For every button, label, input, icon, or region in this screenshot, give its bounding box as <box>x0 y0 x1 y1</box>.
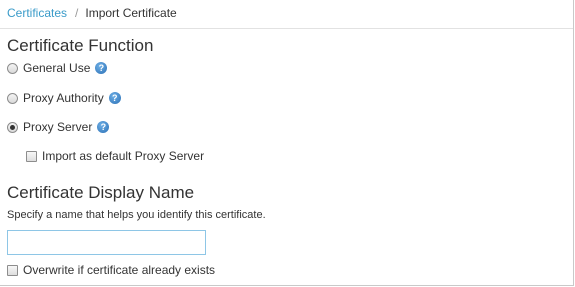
proxy-authority-radio[interactable] <box>7 92 18 104</box>
proxy-server-label: Proxy Server <box>23 120 93 134</box>
proxy-authority-label: Proxy Authority <box>23 91 104 105</box>
general-use-radio[interactable] <box>7 62 18 74</box>
import-default-proxy-option[interactable]: Import as default Proxy Server <box>26 148 204 164</box>
help-question-icon[interactable]: ? <box>97 121 110 133</box>
overwrite-option[interactable]: Overwrite if certificate already exists <box>7 262 215 278</box>
radio-proxy-server[interactable]: Proxy Server ? <box>7 119 110 135</box>
import-default-proxy-checkbox[interactable] <box>26 150 37 162</box>
display-name-title: Certificate Display Name <box>7 183 195 202</box>
overwrite-checkbox[interactable] <box>7 264 18 276</box>
import-default-proxy-label: Import as default Proxy Server <box>42 149 205 163</box>
breadcrumb-current: Import Certificate <box>85 6 177 20</box>
certificate-function-title: Certificate Function <box>7 36 154 55</box>
proxy-server-radio[interactable] <box>7 121 18 133</box>
display-name-input[interactable] <box>7 230 206 255</box>
help-question-icon[interactable]: ? <box>108 92 121 104</box>
radio-general-use[interactable]: General Use ? <box>7 60 108 76</box>
breadcrumb: Certificates / Import Certificate <box>7 6 177 20</box>
breadcrumb-separator: / <box>75 6 79 20</box>
display-name-description: Specify a name that helps you identify t… <box>7 209 266 221</box>
general-use-label: General Use <box>23 61 91 75</box>
overwrite-label: Overwrite if certificate already exists <box>23 263 216 277</box>
radio-proxy-authority[interactable]: Proxy Authority ? <box>7 90 121 106</box>
breadcrumb-certificates-link[interactable]: Certificates <box>7 6 67 20</box>
header-divider <box>0 28 573 29</box>
help-question-icon[interactable]: ? <box>95 62 108 74</box>
